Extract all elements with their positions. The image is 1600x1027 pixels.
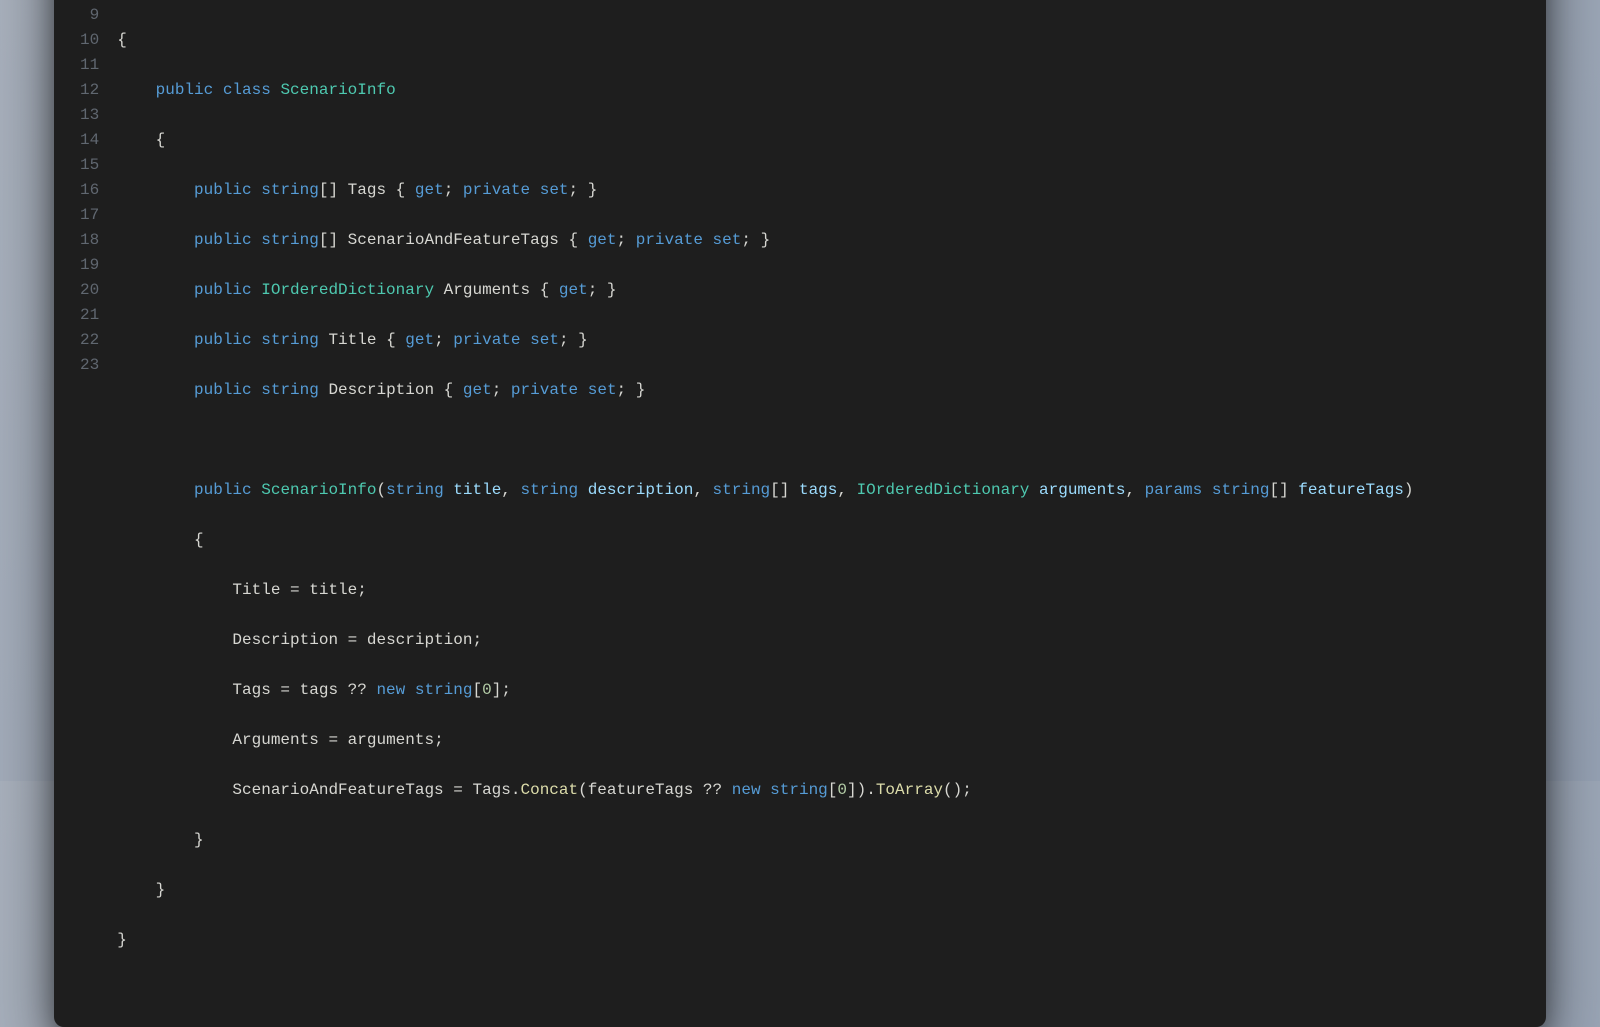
line-number: 19 (80, 253, 99, 278)
line-number: 11 (80, 53, 99, 78)
line-number: 16 (80, 178, 99, 203)
property-name: Description (328, 381, 434, 399)
property-name: Arguments (444, 281, 530, 299)
line-number: 21 (80, 303, 99, 328)
line-number: 22 (80, 328, 99, 353)
line-number: 23 (80, 353, 99, 378)
code-content[interactable]: using System.Collections.Specialized; us… (117, 0, 1520, 1003)
constructor-name: ScenarioInfo (261, 481, 376, 499)
line-number: 9 (80, 3, 99, 28)
line-number: 20 (80, 278, 99, 303)
line-number: 18 (80, 228, 99, 253)
code-area[interactable]: 1234567891011121314151617181920212223 us… (54, 0, 1546, 1003)
line-number: 12 (80, 78, 99, 103)
editor-window: 1234567891011121314151617181920212223 us… (54, 0, 1546, 1027)
line-number: 17 (80, 203, 99, 228)
property-name: Tags (348, 181, 386, 199)
class-name: ScenarioInfo (280, 81, 395, 99)
line-number-gutter: 1234567891011121314151617181920212223 (54, 0, 117, 1003)
property-name: Title (328, 331, 376, 349)
line-number: 10 (80, 28, 99, 53)
line-number: 13 (80, 103, 99, 128)
property-name: ScenarioAndFeatureTags (348, 231, 559, 249)
line-number: 14 (80, 128, 99, 153)
line-number: 15 (80, 153, 99, 178)
